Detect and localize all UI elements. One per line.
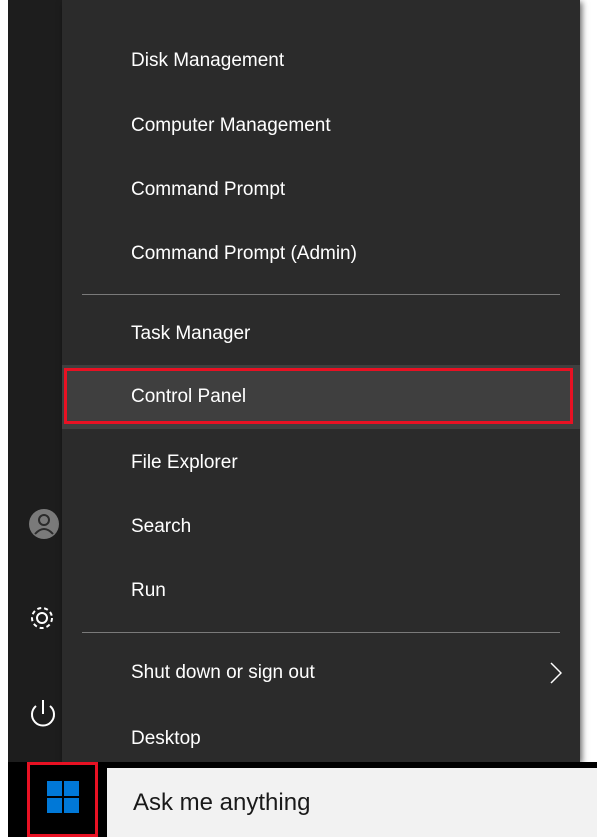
menu-item-label: Run [131,580,166,601]
menu-separator [82,632,560,633]
user-icon[interactable] [26,504,66,544]
menu-item-label: Task Manager [131,323,251,344]
search-placeholder: Ask me anything [133,788,311,816]
chevron-right-icon [550,662,563,684]
menu-item-label: Command Prompt (Admin) [131,243,357,264]
menu-item-label: Command Prompt [131,179,286,200]
menu-item-label: Desktop [131,728,201,749]
menu-item-shut-down[interactable]: Shut down or sign out [62,641,580,705]
menu-item-disk-management[interactable]: Disk Management [62,29,580,93]
menu-item-label: Control Panel [131,386,247,407]
menu-item-command-prompt[interactable]: Command Prompt [62,158,580,222]
settings-icon[interactable] [26,598,66,638]
menu-item-label: File Explorer [131,452,238,473]
menu-item-computer-management[interactable]: Computer Management [62,94,580,158]
menu-item-run[interactable]: Run [62,559,580,623]
taskbar: Ask me anything [8,762,597,837]
start-menu-rail [8,0,62,762]
cortana-search-box[interactable]: Ask me anything [107,768,597,837]
menu-item-label: Disk Management [131,50,285,71]
menu-item-control-panel[interactable]: Control Panel [62,365,580,429]
menu-item-file-explorer[interactable]: File Explorer [62,431,580,495]
winx-context-menu: Disk Management Computer Management Comm… [62,0,580,762]
menu-item-command-prompt-admin[interactable]: Command Prompt (Admin) [62,222,580,286]
menu-item-task-manager[interactable]: Task Manager [62,302,580,366]
screen: Disk Management Computer Management Comm… [0,0,597,837]
power-icon[interactable] [26,694,66,734]
menu-item-label: Shut down or sign out [131,662,315,683]
windows-logo-icon [46,780,80,819]
menu-item-label: Search [131,516,192,537]
menu-separator [82,294,560,295]
menu-item-search[interactable]: Search [62,495,580,559]
menu-item-label: Computer Management [131,115,331,136]
start-button[interactable] [27,762,98,837]
